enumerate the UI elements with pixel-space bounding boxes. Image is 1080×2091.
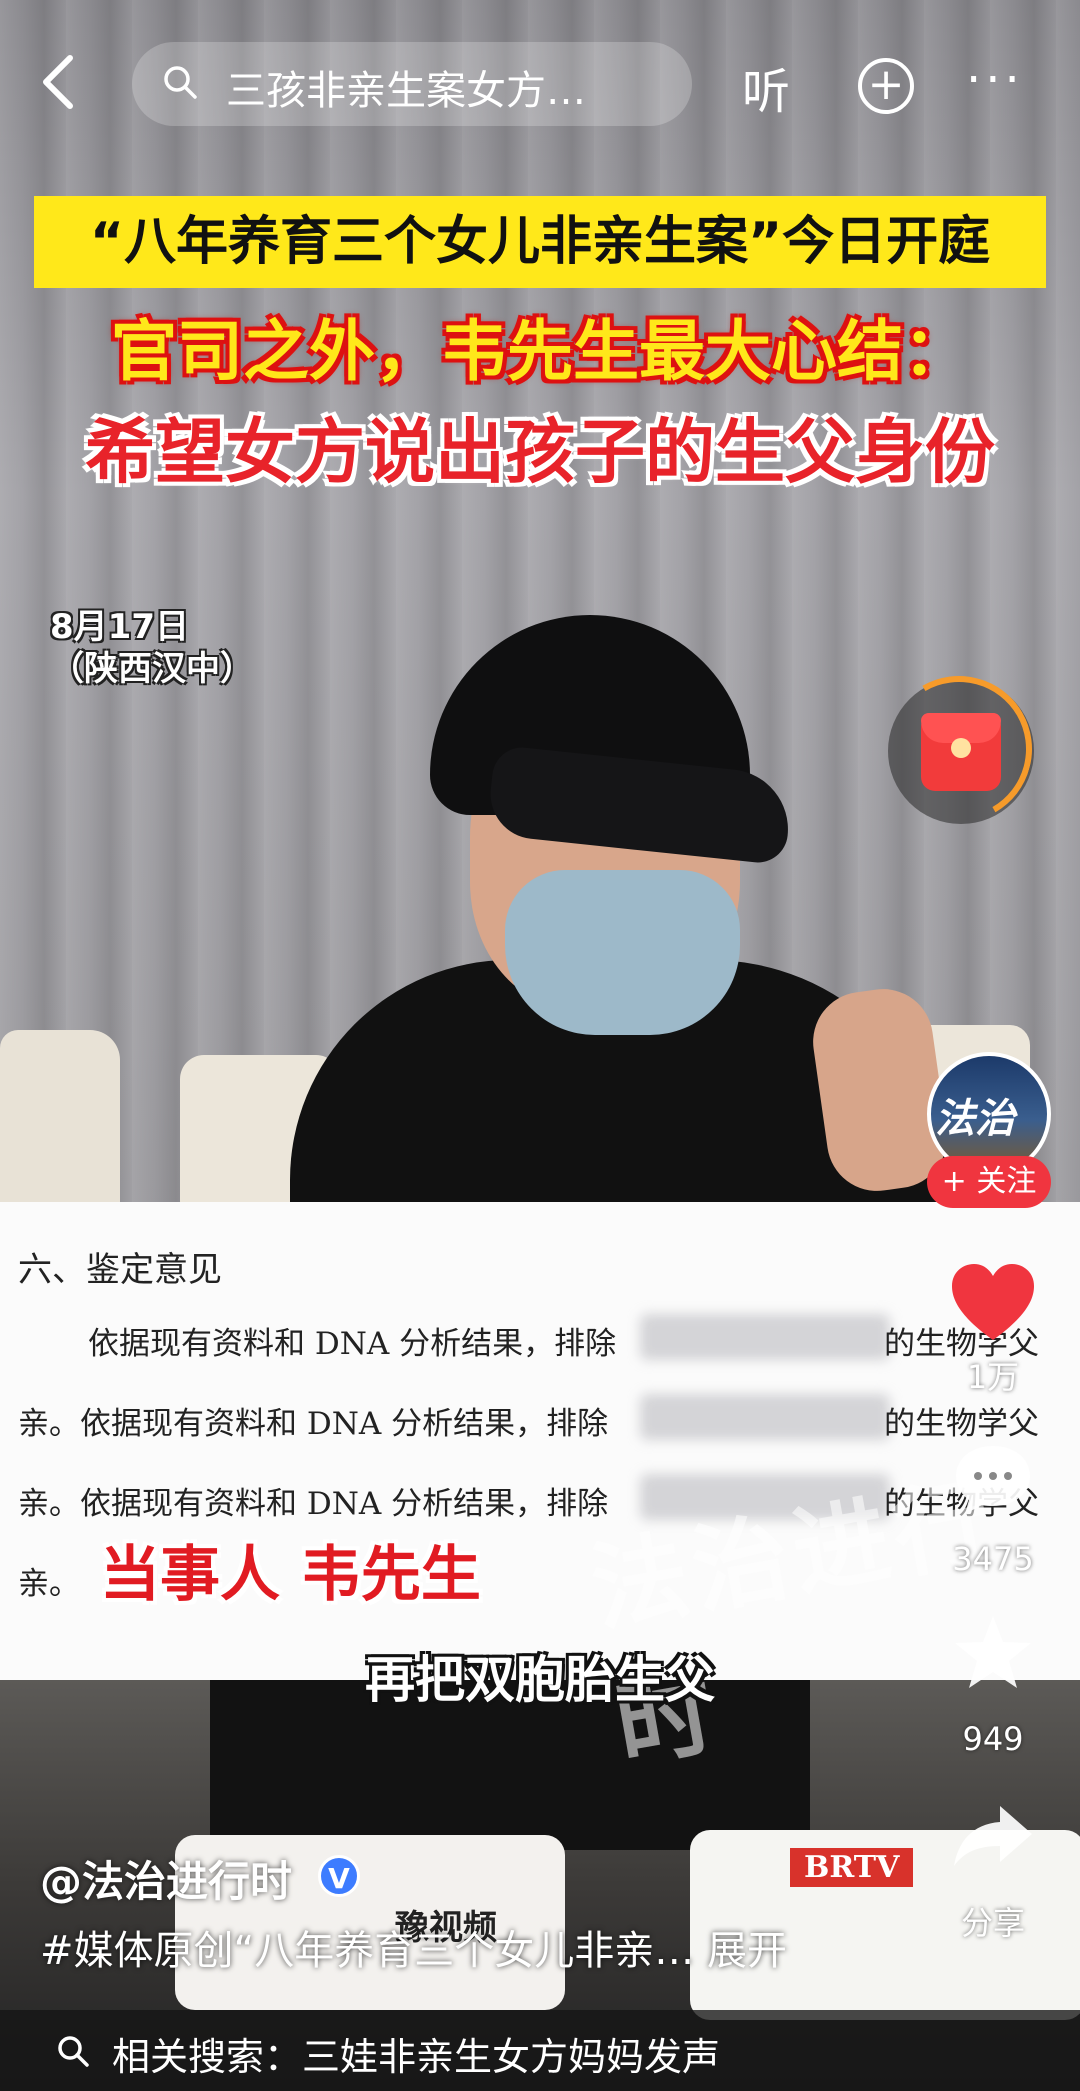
report-line: 亲。依据现有资料和 DNA 分析结果，排除: [18, 1406, 609, 1442]
search-icon: [58, 2036, 89, 2067]
ellipsis-icon: ···: [966, 52, 1024, 108]
favorite-star-icon[interactable]: [950, 1610, 1036, 1696]
caption-line-1: 官司之外，韦先生最大心结：: [111, 313, 969, 390]
back-button[interactable]: [38, 52, 94, 112]
report-line: 依据现有资料和 DNA 分析结果，排除: [88, 1326, 617, 1362]
video-subtitle: 再把双胞胎生父: [365, 1651, 715, 1709]
follow-button[interactable]: + 关注: [927, 1156, 1051, 1208]
red-envelope-seal: [951, 738, 971, 758]
comment-count: 3475: [952, 1540, 1034, 1578]
favorite-count: 949: [962, 1720, 1024, 1758]
verified-badge-icon: V: [318, 1855, 360, 1897]
comment-icon[interactable]: [950, 1440, 1036, 1520]
share-label: 分享: [960, 1904, 1025, 1942]
listen-button[interactable]: 听: [742, 52, 790, 122]
speaker-tag: 当事人 韦先生: [100, 1540, 481, 1610]
date-label: 8月17日: [50, 607, 189, 647]
brtv-logo: BRTV: [790, 1848, 914, 1887]
plus-icon: +: [867, 59, 905, 110]
face-mask: [505, 870, 740, 1035]
report-line: 亲。: [18, 1566, 80, 1602]
related-search-bar[interactable]: 相关搜索：三娃非亲生女方妈妈发声: [0, 2010, 1080, 2091]
like-heart-icon[interactable]: [948, 1260, 1038, 1350]
add-button[interactable]: +: [858, 58, 914, 114]
report-line: 亲。依据现有资料和 DNA 分析结果，排除: [18, 1486, 609, 1522]
more-options-button[interactable]: ···: [966, 52, 1024, 108]
blurred-name: [640, 1314, 890, 1360]
post-description[interactable]: #媒体原创“八年养育三个女儿非亲… 展开: [40, 1918, 787, 1976]
title-banner: “八年养育三个女儿非亲生案”今日开庭: [89, 212, 991, 272]
report-heading: 六、鉴定意见: [18, 1250, 222, 1290]
location-label: （陕西汉中）: [50, 649, 254, 689]
author-name[interactable]: @法治进行时: [40, 1848, 292, 1909]
sofa-cushion: [0, 1030, 120, 1230]
chevron-left-icon: [43, 55, 73, 109]
search-bar[interactable]: 三孩非亲生案女方…: [132, 42, 692, 126]
caption-line-2: 希望女方说出孩子的生父身份: [85, 411, 995, 493]
blurred-name: [640, 1394, 890, 1440]
share-arrow-icon[interactable]: [950, 1800, 1036, 1870]
like-count: 1万: [966, 1358, 1020, 1396]
top-bar: 三孩非亲生案女方… 听 + ···: [0, 28, 1080, 138]
search-icon: [164, 66, 197, 99]
avatar-logo-text: 法治: [935, 1096, 1015, 1142]
related-search-text: 相关搜索：三娃非亲生女方妈妈发声: [112, 2035, 721, 2079]
search-query: 三孩非亲生案女方…: [226, 68, 586, 114]
date-location: 8月17日 （陕西汉中）: [50, 606, 254, 690]
